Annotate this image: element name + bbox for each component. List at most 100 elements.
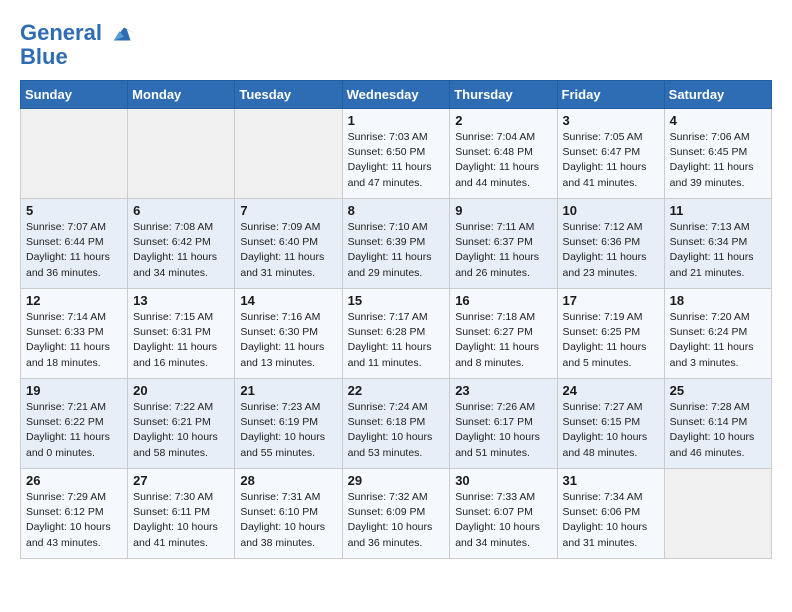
day-info: Sunrise: 7:29 AM Sunset: 6:12 PM Dayligh…: [26, 490, 122, 551]
day-cell: 3 Sunrise: 7:05 AM Sunset: 6:47 PM Daylig…: [557, 109, 664, 199]
day-info: Sunrise: 7:30 AM Sunset: 6:11 PM Dayligh…: [133, 490, 229, 551]
day-cell: 31 Sunrise: 7:34 AM Sunset: 6:06 PM Dayli…: [557, 469, 664, 559]
week-row-1: 1 Sunrise: 7:03 AM Sunset: 6:50 PM Daylig…: [21, 109, 772, 199]
day-info: Sunrise: 7:11 AM Sunset: 6:37 PM Dayligh…: [455, 220, 551, 281]
day-cell: 14Sunrise: 7:16 AM Sunset: 6:30 PM Dayli…: [235, 289, 342, 379]
day-info: Sunrise: 7:16 AM Sunset: 6:30 PM Dayligh…: [240, 310, 336, 371]
day-info: Sunrise: 7:24 AM Sunset: 6:18 PM Dayligh…: [348, 400, 445, 461]
day-info: Sunrise: 7:17 AM Sunset: 6:28 PM Dayligh…: [348, 310, 445, 371]
day-number: 11: [670, 203, 766, 218]
day-number: 24: [563, 383, 659, 398]
weekday-header-thursday: Thursday: [450, 81, 557, 109]
day-cell: 9 Sunrise: 7:11 AM Sunset: 6:37 PM Daylig…: [450, 199, 557, 289]
day-info: Sunrise: 7:32 AM Sunset: 6:09 PM Dayligh…: [348, 490, 445, 551]
day-number: 26: [26, 473, 122, 488]
day-info: Sunrise: 7:34 AM Sunset: 6:06 PM Dayligh…: [563, 490, 659, 551]
day-cell: 18Sunrise: 7:20 AM Sunset: 6:24 PM Dayli…: [664, 289, 771, 379]
day-number: 4: [670, 113, 766, 128]
day-cell: 21 Sunrise: 7:23 AM Sunset: 6:19 PM Dayli…: [235, 379, 342, 469]
day-cell: 28 Sunrise: 7:31 AM Sunset: 6:10 PM Dayli…: [235, 469, 342, 559]
day-number: 7: [240, 203, 336, 218]
day-cell: [128, 109, 235, 199]
day-number: 13: [133, 293, 229, 308]
day-info: Sunrise: 7:04 AM Sunset: 6:48 PM Dayligh…: [455, 130, 551, 191]
day-number: 2: [455, 113, 551, 128]
day-cell: 1 Sunrise: 7:03 AM Sunset: 6:50 PM Daylig…: [342, 109, 450, 199]
day-cell: 8 Sunrise: 7:10 AM Sunset: 6:39 PM Daylig…: [342, 199, 450, 289]
day-cell: 2 Sunrise: 7:04 AM Sunset: 6:48 PM Daylig…: [450, 109, 557, 199]
day-info: Sunrise: 7:08 AM Sunset: 6:42 PM Dayligh…: [133, 220, 229, 281]
day-number: 17: [563, 293, 659, 308]
day-info: Sunrise: 7:23 AM Sunset: 6:19 PM Dayligh…: [240, 400, 336, 461]
day-number: 9: [455, 203, 551, 218]
day-info: Sunrise: 7:27 AM Sunset: 6:15 PM Dayligh…: [563, 400, 659, 461]
day-number: 19: [26, 383, 122, 398]
day-info: Sunrise: 7:07 AM Sunset: 6:44 PM Dayligh…: [26, 220, 122, 281]
day-cell: 16Sunrise: 7:18 AM Sunset: 6:27 PM Dayli…: [450, 289, 557, 379]
day-number: 22: [348, 383, 445, 398]
day-info: Sunrise: 7:19 AM Sunset: 6:25 PM Dayligh…: [563, 310, 659, 371]
day-number: 28: [240, 473, 336, 488]
day-number: 21: [240, 383, 336, 398]
day-info: Sunrise: 7:21 AM Sunset: 6:22 PM Dayligh…: [26, 400, 122, 461]
day-info: Sunrise: 7:05 AM Sunset: 6:47 PM Dayligh…: [563, 130, 659, 191]
weekday-header-row: SundayMondayTuesdayWednesdayThursdayFrid…: [21, 81, 772, 109]
day-number: 5: [26, 203, 122, 218]
day-info: Sunrise: 7:09 AM Sunset: 6:40 PM Dayligh…: [240, 220, 336, 281]
day-number: 6: [133, 203, 229, 218]
day-cell: 5 Sunrise: 7:07 AM Sunset: 6:44 PM Daylig…: [21, 199, 128, 289]
week-row-5: 26 Sunrise: 7:29 AM Sunset: 6:12 PM Dayli…: [21, 469, 772, 559]
day-cell: 29 Sunrise: 7:32 AM Sunset: 6:09 PM Dayli…: [342, 469, 450, 559]
day-number: 10: [563, 203, 659, 218]
day-cell: 19 Sunrise: 7:21 AM Sunset: 6:22 PM Dayli…: [21, 379, 128, 469]
day-number: 25: [670, 383, 766, 398]
day-info: Sunrise: 7:26 AM Sunset: 6:17 PM Dayligh…: [455, 400, 551, 461]
day-info: Sunrise: 7:12 AM Sunset: 6:36 PM Dayligh…: [563, 220, 659, 281]
day-number: 12: [26, 293, 122, 308]
day-cell: 25Sunrise: 7:28 AM Sunset: 6:14 PM Dayli…: [664, 379, 771, 469]
day-number: 23: [455, 383, 551, 398]
day-number: 20: [133, 383, 229, 398]
day-number: 29: [348, 473, 445, 488]
day-cell: 4 Sunrise: 7:06 AM Sunset: 6:45 PM Daylig…: [664, 109, 771, 199]
day-info: Sunrise: 7:06 AM Sunset: 6:45 PM Dayligh…: [670, 130, 766, 191]
day-cell: 26 Sunrise: 7:29 AM Sunset: 6:12 PM Dayli…: [21, 469, 128, 559]
logo-bird-icon: [110, 20, 138, 48]
day-cell: 30 Sunrise: 7:33 AM Sunset: 6:07 PM Dayli…: [450, 469, 557, 559]
day-number: 27: [133, 473, 229, 488]
day-cell: 11Sunrise: 7:13 AM Sunset: 6:34 PM Dayli…: [664, 199, 771, 289]
day-info: Sunrise: 7:33 AM Sunset: 6:07 PM Dayligh…: [455, 490, 551, 551]
day-number: 8: [348, 203, 445, 218]
day-cell: 23 Sunrise: 7:26 AM Sunset: 6:17 PM Dayli…: [450, 379, 557, 469]
day-cell: 22 Sunrise: 7:24 AM Sunset: 6:18 PM Dayli…: [342, 379, 450, 469]
day-cell: 20 Sunrise: 7:22 AM Sunset: 6:21 PM Dayli…: [128, 379, 235, 469]
logo: General Blue: [20, 20, 138, 70]
weekday-header-wednesday: Wednesday: [342, 81, 450, 109]
day-number: 15: [348, 293, 445, 308]
weekday-header-monday: Monday: [128, 81, 235, 109]
day-info: Sunrise: 7:10 AM Sunset: 6:39 PM Dayligh…: [348, 220, 445, 281]
day-cell: 15 Sunrise: 7:17 AM Sunset: 6:28 PM Dayli…: [342, 289, 450, 379]
week-row-2: 5 Sunrise: 7:07 AM Sunset: 6:44 PM Daylig…: [21, 199, 772, 289]
day-number: 1: [348, 113, 445, 128]
day-number: 3: [563, 113, 659, 128]
day-number: 16: [455, 293, 551, 308]
day-info: Sunrise: 7:31 AM Sunset: 6:10 PM Dayligh…: [240, 490, 336, 551]
day-cell: 13 Sunrise: 7:15 AM Sunset: 6:31 PM Dayli…: [128, 289, 235, 379]
day-info: Sunrise: 7:03 AM Sunset: 6:50 PM Dayligh…: [348, 130, 445, 191]
page-header: General Blue: [20, 20, 772, 70]
day-info: Sunrise: 7:15 AM Sunset: 6:31 PM Dayligh…: [133, 310, 229, 371]
day-number: 30: [455, 473, 551, 488]
day-cell: 7 Sunrise: 7:09 AM Sunset: 6:40 PM Daylig…: [235, 199, 342, 289]
day-info: Sunrise: 7:14 AM Sunset: 6:33 PM Dayligh…: [26, 310, 122, 371]
day-info: Sunrise: 7:22 AM Sunset: 6:21 PM Dayligh…: [133, 400, 229, 461]
week-row-4: 19 Sunrise: 7:21 AM Sunset: 6:22 PM Dayli…: [21, 379, 772, 469]
day-cell: 27 Sunrise: 7:30 AM Sunset: 6:11 PM Dayli…: [128, 469, 235, 559]
day-cell: [664, 469, 771, 559]
calendar-table: SundayMondayTuesdayWednesdayThursdayFrid…: [20, 80, 772, 559]
day-info: Sunrise: 7:20 AM Sunset: 6:24 PM Dayligh…: [670, 310, 766, 371]
day-cell: 24 Sunrise: 7:27 AM Sunset: 6:15 PM Dayli…: [557, 379, 664, 469]
day-cell: 10 Sunrise: 7:12 AM Sunset: 6:36 PM Dayli…: [557, 199, 664, 289]
day-number: 31: [563, 473, 659, 488]
weekday-header-sunday: Sunday: [21, 81, 128, 109]
